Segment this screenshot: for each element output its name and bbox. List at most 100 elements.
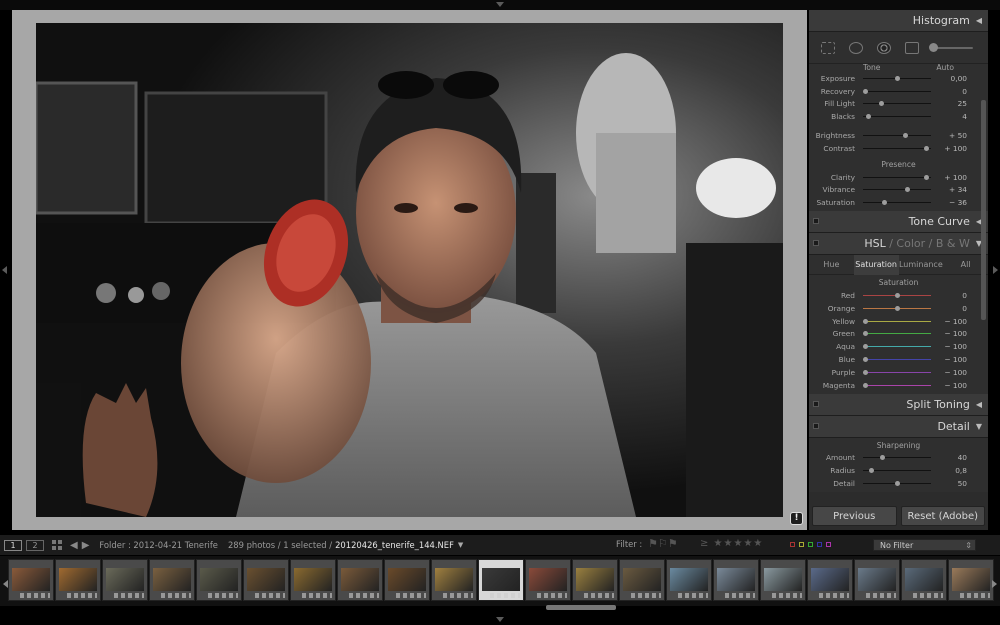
tab-saturation[interactable]: Saturation	[853, 254, 899, 275]
panel-switch-icon[interactable]	[813, 400, 819, 407]
slider-value[interactable]: 0	[935, 291, 973, 300]
collapse-arrow-icon[interactable]: ▼	[976, 422, 982, 431]
filmstrip-thumbnail[interactable]	[431, 559, 477, 601]
tab-hue[interactable]: Hue	[809, 260, 854, 269]
color-label-filter[interactable]	[790, 542, 831, 547]
filmstrip-thumbnail[interactable]	[337, 559, 383, 601]
filmstrip-thumbnail[interactable]	[854, 559, 900, 601]
panel-switch-icon[interactable]	[813, 422, 819, 429]
slider-knob[interactable]	[863, 88, 868, 94]
detail-header[interactable]: Detail ▼	[809, 415, 988, 438]
slider-knob[interactable]	[869, 468, 875, 474]
slider-value[interactable]: + 50	[935, 131, 973, 140]
slider-knob[interactable]	[863, 382, 868, 388]
slider-knob[interactable]	[902, 133, 908, 139]
slider-knob[interactable]	[923, 174, 929, 180]
slider-knob[interactable]	[882, 200, 888, 206]
split-toning-header[interactable]: Split Toning ◀	[809, 393, 988, 416]
slider-value[interactable]: − 100	[935, 381, 973, 390]
filmstrip-thumbnail[interactable]	[666, 559, 712, 601]
info-overlay-icon[interactable]: !	[790, 512, 803, 525]
filmstrip-left-arrow-icon[interactable]	[3, 580, 8, 588]
forward-arrow-icon[interactable]: ▶	[82, 540, 90, 551]
slider-value[interactable]: + 100	[935, 173, 973, 182]
slider-track[interactable]	[863, 145, 931, 151]
hsl-tab-title[interactable]: HSL	[864, 237, 885, 250]
hsl-header[interactable]: HSL / Color / B & W ▼	[809, 233, 988, 256]
slider-value[interactable]: − 100	[935, 355, 973, 364]
slider-knob[interactable]	[879, 101, 884, 107]
right-panel-toggle-icon[interactable]	[993, 266, 998, 274]
filmstrip-thumbnail[interactable]	[243, 559, 289, 601]
slider-track[interactable]	[863, 318, 931, 324]
slider-value[interactable]: − 100	[935, 342, 973, 351]
collapse-arrow-icon[interactable]: ◀	[976, 16, 982, 25]
filmstrip-thumbnail[interactable]	[102, 559, 148, 601]
bottom-panel-toggle-icon[interactable]	[496, 617, 504, 622]
main-photo[interactable]	[36, 23, 783, 517]
slider-knob[interactable]	[895, 293, 900, 299]
star-filter-icon[interactable]: ≥ ★★★★★	[700, 538, 763, 549]
slider-knob[interactable]	[863, 344, 868, 350]
expand-arrow-icon[interactable]: ◀	[976, 400, 982, 409]
slider-value[interactable]: 0	[935, 304, 973, 313]
slider-track[interactable]	[863, 174, 931, 180]
filmstrip-thumbnail[interactable]	[149, 559, 195, 601]
reset-adobe-button[interactable]: Reset (Adobe)	[900, 506, 985, 526]
slider-knob[interactable]	[923, 145, 929, 151]
grid-view-icon[interactable]	[52, 540, 62, 550]
slider-value[interactable]: + 100	[935, 144, 973, 153]
filmstrip-thumbnail[interactable]	[525, 559, 571, 601]
slider-value[interactable]: 0,00	[935, 74, 973, 83]
spot-removal-tool-icon[interactable]	[849, 41, 863, 54]
slider-track[interactable]	[863, 344, 931, 350]
filmstrip-thumbnail[interactable]	[713, 559, 759, 601]
slider-value[interactable]: 4	[935, 112, 973, 121]
filmstrip-thumbnail[interactable]	[8, 559, 54, 601]
slider-value[interactable]: 50	[935, 479, 973, 488]
previous-button[interactable]: Previous	[812, 506, 897, 526]
filmstrip-scrollbar[interactable]	[546, 605, 616, 610]
tone-curve-header[interactable]: Tone Curve ◀	[809, 211, 988, 234]
slider-track[interactable]	[863, 369, 931, 375]
filmstrip-thumbnail[interactable]	[619, 559, 665, 601]
slider-knob[interactable]	[904, 187, 910, 193]
slider-value[interactable]: − 100	[935, 368, 973, 377]
crop-tool-icon[interactable]	[821, 41, 835, 54]
slider-value[interactable]: + 34	[935, 185, 973, 194]
filename-label[interactable]: 20120426_tenerife_144.NEF	[335, 540, 454, 550]
slider-value[interactable]: 0,8	[935, 466, 973, 475]
slider-knob[interactable]	[863, 369, 868, 375]
slider-knob[interactable]	[863, 357, 868, 363]
slider-track[interactable]	[863, 88, 931, 94]
slider-track[interactable]	[863, 331, 931, 337]
slider-track[interactable]	[863, 75, 931, 81]
slider-knob[interactable]	[895, 481, 900, 487]
monitor-2-button[interactable]: 2	[26, 539, 44, 551]
color-tab-title[interactable]: Color	[896, 237, 925, 250]
slider-track[interactable]	[863, 305, 931, 311]
slider-track[interactable]	[863, 133, 931, 139]
monitor-1-button[interactable]: 1	[4, 539, 22, 551]
slider-value[interactable]: 25	[935, 99, 973, 108]
adjustment-brush-tool-icon[interactable]	[929, 42, 973, 52]
filter-preset-select[interactable]: No Filter	[873, 539, 976, 551]
slider-track[interactable]	[863, 382, 931, 388]
slider-track[interactable]	[863, 101, 931, 107]
filmstrip-thumbnail[interactable]	[196, 559, 242, 601]
histogram-header[interactable]: Histogram ◀	[809, 10, 988, 32]
slider-knob[interactable]	[863, 318, 868, 324]
slider-value[interactable]: 40	[935, 453, 973, 462]
slider-track[interactable]	[863, 357, 931, 363]
back-arrow-icon[interactable]: ◀	[70, 540, 78, 551]
slider-knob[interactable]	[895, 305, 900, 311]
slider-knob[interactable]	[865, 114, 871, 120]
top-panel-toggle-icon[interactable]	[496, 2, 504, 7]
left-panel-toggle-icon[interactable]	[2, 266, 7, 274]
slider-track[interactable]	[863, 187, 931, 193]
auto-tone-button[interactable]: Auto	[936, 64, 954, 72]
slider-track[interactable]	[863, 200, 931, 206]
slider-track[interactable]	[863, 481, 931, 487]
slider-track[interactable]	[863, 468, 931, 474]
filmstrip-thumbnail[interactable]	[948, 559, 994, 601]
